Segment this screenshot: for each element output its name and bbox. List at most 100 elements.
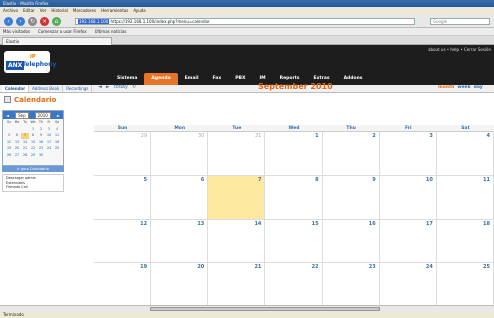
mini-day[interactable]: 6: [13, 133, 21, 139]
calendar-day-cell[interactable]: 31: [208, 132, 266, 176]
calendar-day-cell[interactable]: 21: [208, 263, 266, 307]
next-month-icon[interactable]: ►: [57, 113, 60, 118]
menu-item[interactable]: Ayuda: [133, 8, 145, 13]
menu-item[interactable]: Herramientas: [101, 8, 128, 13]
mini-day[interactable]: 13: [13, 140, 21, 146]
mini-day[interactable]: 1: [29, 127, 37, 133]
mini-day[interactable]: 23: [37, 146, 45, 152]
calendar-nav-button[interactable]: today: [114, 84, 128, 90]
view-week-button[interactable]: week: [457, 85, 470, 90]
mini-day[interactable]: 5: [5, 133, 13, 139]
calendar-day-cell[interactable]: 13: [151, 219, 209, 264]
mini-day[interactable]: 25: [53, 146, 61, 152]
year-select[interactable]: 2010: [34, 111, 51, 119]
home-icon[interactable]: ⌂: [52, 17, 61, 26]
calendar-day-cell[interactable]: 20: [151, 263, 209, 307]
mini-day[interactable]: 16: [37, 140, 45, 146]
mini-day[interactable]: 22: [29, 146, 37, 152]
mini-day[interactable]: 21: [21, 146, 29, 152]
menu-item[interactable]: Editar: [23, 8, 35, 13]
calendar-nav-button[interactable]: ◄: [98, 84, 102, 90]
calendar-day-cell[interactable]: 22: [265, 263, 323, 307]
calendar-day-cell[interactable]: 23: [322, 263, 380, 307]
mini-day[interactable]: 3: [45, 127, 53, 133]
bookmark-item[interactable]: Últimas noticias: [95, 29, 127, 34]
mini-day[interactable]: 9: [37, 133, 45, 139]
view-month-button[interactable]: month: [438, 85, 454, 90]
mini-day[interactable]: 19: [5, 146, 13, 152]
mini-day[interactable]: 30: [37, 153, 45, 159]
mini-day[interactable]: 7: [21, 133, 29, 139]
subtab-item[interactable]: Recordings: [63, 85, 93, 92]
calendar-day-cell[interactable]: 11: [436, 175, 494, 220]
back-icon[interactable]: ‹: [4, 17, 13, 26]
stop-icon[interactable]: ×: [40, 17, 49, 26]
mini-day[interactable]: 10: [45, 133, 53, 139]
month-select[interactable]: Sep: [15, 111, 29, 119]
mini-day[interactable]: 4: [53, 127, 61, 133]
module-tab-pbx[interactable]: PBX: [228, 73, 252, 85]
calendar-day-cell[interactable]: 7: [208, 175, 266, 220]
day-column-header: Tue: [232, 126, 242, 131]
calendar-day-cell[interactable]: 25: [436, 263, 494, 307]
mini-day[interactable]: 12: [5, 140, 13, 146]
calendar-day-cell[interactable]: 12: [94, 219, 152, 264]
mini-day[interactable]: 24: [45, 146, 53, 152]
calendar-day-cell[interactable]: 17: [379, 219, 437, 264]
subtab-item[interactable]: Calendar: [2, 85, 30, 92]
mini-day[interactable]: 29: [29, 153, 37, 159]
subtab-item[interactable]: Address Book: [29, 85, 64, 92]
calendar-day-cell[interactable]: 2: [322, 132, 380, 176]
module-tab-agenda[interactable]: Agenda: [144, 73, 178, 85]
calendar-day-cell[interactable]: 30: [151, 132, 209, 176]
calendar-day-cell[interactable]: 14: [208, 219, 266, 264]
mini-day[interactable]: 11: [53, 133, 61, 139]
calendar-day-cell[interactable]: 1: [265, 132, 323, 176]
calendar-day-cell[interactable]: 19: [94, 263, 152, 307]
mini-day[interactable]: 17: [45, 140, 53, 146]
mini-day[interactable]: 15: [29, 140, 37, 146]
mini-day[interactable]: 28: [21, 153, 29, 159]
user-links[interactable]: about us • help • Cerrar Sesión: [428, 47, 491, 52]
today-event-item[interactable]: Firmado Call: [6, 185, 60, 190]
calendar-day-cell[interactable]: 29: [94, 132, 152, 176]
mini-day[interactable]: 8: [29, 133, 37, 139]
menu-item[interactable]: Marcadores: [73, 8, 96, 13]
mini-day[interactable]: 2: [37, 127, 45, 133]
calendar-day-cell[interactable]: 6: [151, 175, 209, 220]
mini-day[interactable]: 26: [5, 153, 13, 159]
calendar-day-cell[interactable]: 9: [322, 175, 380, 220]
forward-icon[interactable]: ›: [16, 17, 25, 26]
go-calendar-button[interactable]: Ir para Calendario: [2, 166, 64, 172]
calendar-day-cell[interactable]: 5: [94, 175, 152, 220]
reload-icon[interactable]: ↻: [28, 17, 37, 26]
module-tab-addons[interactable]: Addons: [337, 73, 370, 85]
search-input[interactable]: Google: [430, 18, 490, 25]
module-tab-fax[interactable]: Fax: [206, 73, 229, 85]
calendar-day-cell[interactable]: 16: [322, 219, 380, 264]
bookmark-item[interactable]: Comenzar a usar Firefox: [38, 29, 87, 34]
menu-item[interactable]: Historial: [51, 8, 68, 13]
calendar-day-cell[interactable]: 3: [379, 132, 437, 176]
calendar-day-cell[interactable]: 18: [436, 219, 494, 264]
bookmark-item[interactable]: Más visitados: [3, 29, 30, 34]
mini-day[interactable]: 14: [21, 140, 29, 146]
mini-day[interactable]: 20: [13, 146, 21, 152]
calendar-nav-button[interactable]: ►: [106, 84, 110, 90]
calendar-day-cell[interactable]: 24: [379, 263, 437, 307]
prev-month-icon[interactable]: ◄: [6, 113, 9, 118]
calendar-nav-button[interactable]: ↻: [132, 84, 136, 90]
app-logo[interactable]: ANX Telephony IP: [4, 51, 56, 73]
menu-item[interactable]: Archivo: [3, 8, 18, 13]
view-day-button[interactable]: day: [474, 85, 483, 90]
calendar-day-cell[interactable]: 10: [379, 175, 437, 220]
calendar-day-cell[interactable]: 8: [265, 175, 323, 220]
url-bar[interactable]: 192.168.1.100 https://192.168.1.100/inde…: [75, 18, 415, 25]
menu-item[interactable]: Ver: [40, 8, 47, 13]
calendar-day-cell[interactable]: 15: [265, 219, 323, 264]
mini-day[interactable]: 27: [13, 153, 21, 159]
calendar-day-cell[interactable]: 4: [436, 132, 494, 176]
browser-tab[interactable]: Elastix: [2, 37, 112, 45]
mini-day[interactable]: 18: [53, 140, 61, 146]
module-tab-email[interactable]: Email: [178, 73, 206, 85]
